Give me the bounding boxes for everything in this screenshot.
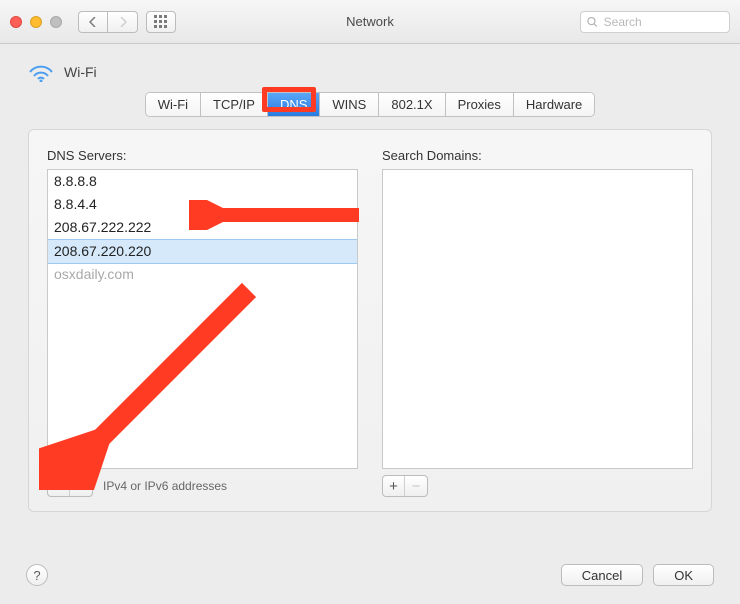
- dns-servers-column: DNS Servers: 8.8.8.88.8.4.4208.67.222.22…: [47, 148, 358, 497]
- cancel-button[interactable]: Cancel: [561, 564, 643, 586]
- search-domains-label: Search Domains:: [382, 148, 693, 163]
- interface-name: Wi-Fi: [64, 64, 97, 80]
- search-field[interactable]: [580, 11, 730, 33]
- remove-dns-server-button[interactable]: −: [70, 476, 92, 496]
- watermark: osxdaily.com: [48, 264, 357, 284]
- tab-hardware[interactable]: Hardware: [514, 93, 594, 116]
- forward-button[interactable]: [108, 11, 138, 33]
- dns-server-row[interactable]: 8.8.4.4: [48, 193, 357, 216]
- dns-servers-list[interactable]: 8.8.8.88.8.4.4208.67.222.222208.67.220.2…: [47, 169, 358, 469]
- help-button[interactable]: ?: [26, 564, 48, 586]
- tabs-container: Wi-FiTCP/IPDNSWINS802.1XProxiesHardware: [28, 92, 712, 117]
- tab-802-1x[interactable]: 802.1X: [379, 93, 445, 116]
- zoom-window-button[interactable]: [50, 16, 62, 28]
- search-domains-stepper: + −: [382, 475, 428, 497]
- ok-button[interactable]: OK: [653, 564, 714, 586]
- tab-wins[interactable]: WINS: [320, 93, 379, 116]
- bottom-bar: ? Cancel OK: [0, 554, 740, 604]
- dns-servers-stepper: + −: [47, 475, 93, 497]
- search-domains-footer: + −: [382, 475, 693, 497]
- close-window-button[interactable]: [10, 16, 22, 28]
- tab-wi-fi[interactable]: Wi-Fi: [146, 93, 201, 116]
- dns-footer-hint: IPv4 or IPv6 addresses: [103, 479, 227, 493]
- dns-server-row[interactable]: 8.8.8.8: [48, 170, 357, 193]
- dns-servers-label: DNS Servers:: [47, 148, 358, 163]
- show-all-button[interactable]: [146, 11, 176, 33]
- add-search-domain-button[interactable]: +: [383, 476, 405, 496]
- dns-server-row[interactable]: 208.67.220.220: [48, 239, 357, 264]
- interface-header: Wi-Fi: [28, 62, 712, 82]
- add-dns-server-button[interactable]: +: [48, 476, 70, 496]
- content: Wi-Fi Wi-FiTCP/IPDNSWINS802.1XProxiesHar…: [0, 44, 740, 512]
- grid-icon: [154, 15, 168, 29]
- back-button[interactable]: [78, 11, 108, 33]
- minimize-window-button[interactable]: [30, 16, 42, 28]
- tabs: Wi-FiTCP/IPDNSWINS802.1XProxiesHardware: [145, 92, 596, 117]
- dns-servers-footer: + − IPv4 or IPv6 addresses: [47, 475, 358, 497]
- search-domains-column: Search Domains: + −: [382, 148, 693, 497]
- search-input[interactable]: [602, 14, 723, 30]
- tab-tcp-ip[interactable]: TCP/IP: [201, 93, 268, 116]
- titlebar: Network: [0, 0, 740, 44]
- search-icon: [587, 16, 598, 28]
- tab-dns[interactable]: DNS: [268, 93, 320, 116]
- traffic-lights: [10, 16, 62, 28]
- search-domains-list[interactable]: [382, 169, 693, 469]
- remove-search-domain-button[interactable]: −: [405, 476, 427, 496]
- wifi-icon: [28, 62, 54, 82]
- nav-buttons: [78, 11, 138, 33]
- dns-server-row[interactable]: 208.67.222.222: [48, 216, 357, 239]
- tab-proxies[interactable]: Proxies: [446, 93, 514, 116]
- dns-panel: DNS Servers: 8.8.8.88.8.4.4208.67.222.22…: [28, 129, 712, 512]
